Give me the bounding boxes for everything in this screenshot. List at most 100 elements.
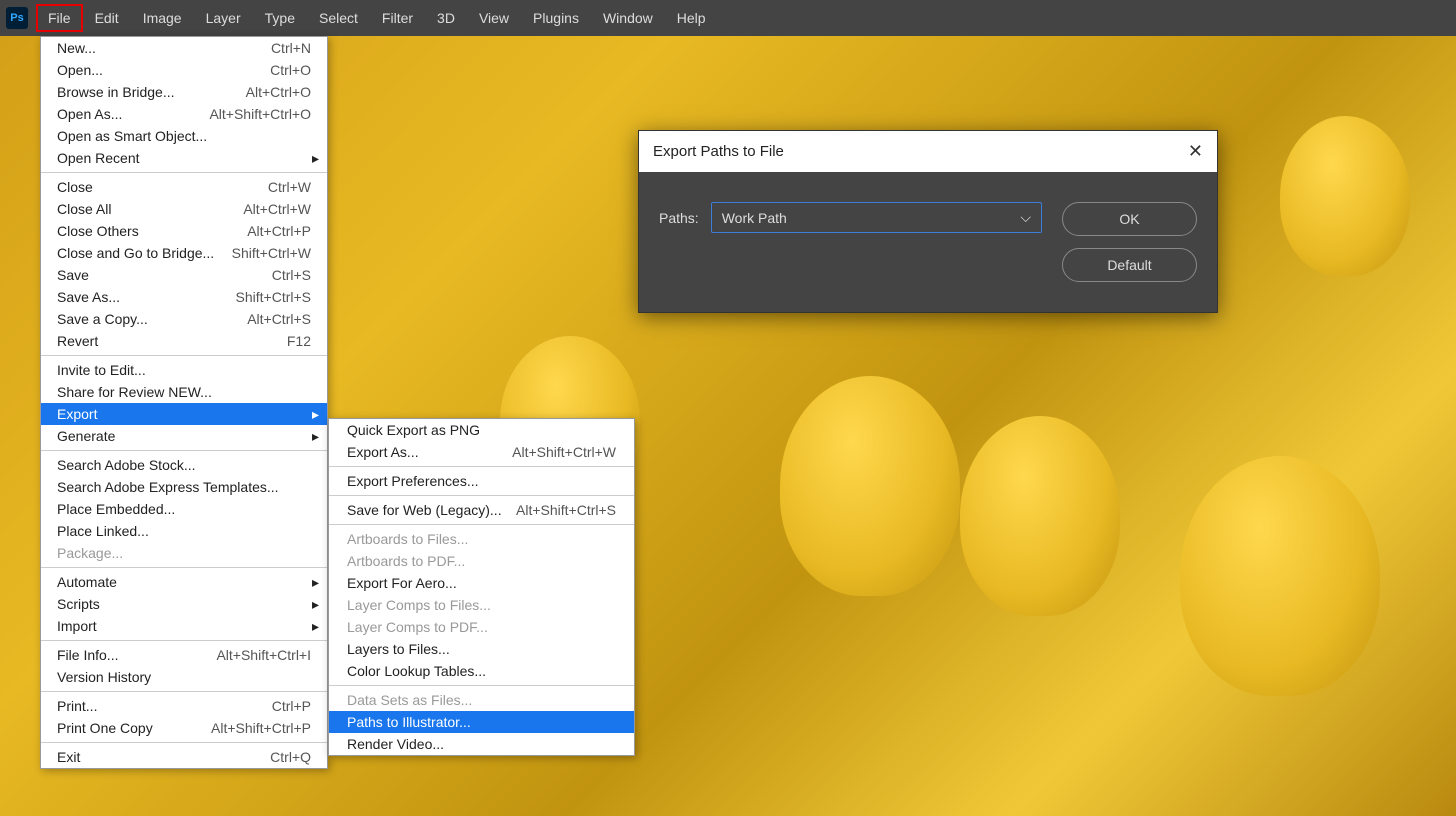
file-menu-print[interactable]: Print... Ctrl+P <box>41 695 327 717</box>
menu-item-label: Save As... <box>57 289 120 305</box>
menu-item-shortcut: Alt+Shift+Ctrl+I <box>216 647 311 663</box>
menu-item-label: Close and Go to Bridge... <box>57 245 214 261</box>
menu-item-label: Close <box>57 179 93 195</box>
menu-select[interactable]: Select <box>307 4 370 32</box>
menu-item-label: Print... <box>57 698 97 714</box>
menu-item-label: Export Preferences... <box>347 473 479 489</box>
menu-plugins[interactable]: Plugins <box>521 4 591 32</box>
export-menu-render-video[interactable]: Render Video... <box>329 733 634 755</box>
file-menu-revert[interactable]: RevertF12 <box>41 330 327 352</box>
export-menu-paths-to-illustrator[interactable]: Paths to Illustrator... <box>329 711 634 733</box>
export-menu-export-for-aero[interactable]: Export For Aero... <box>329 572 634 594</box>
menu-item-shortcut: Alt+Ctrl+O <box>246 84 311 100</box>
submenu-arrow-icon: ▸ <box>312 618 319 635</box>
submenu-arrow-icon: ▸ <box>312 428 319 445</box>
menu-window[interactable]: Window <box>591 4 665 32</box>
file-menu-search-adobe-express-templates[interactable]: Search Adobe Express Templates... <box>41 476 327 498</box>
file-menu-open-recent[interactable]: Open Recent▸ <box>41 147 327 169</box>
menu-item-label: Automate <box>57 574 117 590</box>
file-menu-export[interactable]: Export▸ <box>41 403 327 425</box>
file-menu-place-linked[interactable]: Place Linked... <box>41 520 327 542</box>
menu-separator <box>329 524 634 525</box>
menu-edit[interactable]: Edit <box>83 4 131 32</box>
export-menu-color-lookup-tables[interactable]: Color Lookup Tables... <box>329 660 634 682</box>
export-menu-save-for-web-legacy[interactable]: Save for Web (Legacy)...Alt+Shift+Ctrl+S <box>329 499 634 521</box>
export-menu-export-as[interactable]: Export As... Alt+Shift+Ctrl+W <box>329 441 634 463</box>
menu-item-label: Exit <box>57 749 80 765</box>
file-menu-close-others[interactable]: Close OthersAlt+Ctrl+P <box>41 220 327 242</box>
file-menu-invite-to-edit[interactable]: Invite to Edit... <box>41 359 327 381</box>
menu-item-label: Layers to Files... <box>347 641 450 657</box>
export-menu-layers-to-files[interactable]: Layers to Files... <box>329 638 634 660</box>
file-menu-print-one-copy[interactable]: Print One CopyAlt+Shift+Ctrl+P <box>41 717 327 739</box>
menu-separator <box>41 742 327 743</box>
menu-item-label: Search Adobe Express Templates... <box>57 479 279 495</box>
file-menu-share-for-review-new[interactable]: Share for Review NEW... <box>41 381 327 403</box>
menubar: Ps File Edit Image Layer Type Select Fil… <box>0 0 1456 36</box>
dialog-title-text: Export Paths to File <box>653 143 784 160</box>
menu-image[interactable]: Image <box>131 4 194 32</box>
menu-item-label: Open as Smart Object... <box>57 128 207 144</box>
file-menu-generate[interactable]: Generate▸ <box>41 425 327 447</box>
menu-item-label: Save for Web (Legacy)... <box>347 502 502 518</box>
file-menu-close[interactable]: CloseCtrl+W <box>41 176 327 198</box>
file-menu-save-as[interactable]: Save As...Shift+Ctrl+S <box>41 286 327 308</box>
ok-button[interactable]: OK <box>1062 202 1197 236</box>
menu-item-label: Export <box>57 406 97 422</box>
file-menu-file-info[interactable]: File Info...Alt+Shift+Ctrl+I <box>41 644 327 666</box>
menu-item-shortcut: Ctrl+P <box>272 698 311 714</box>
export-submenu: Quick Export as PNG Export As... Alt+Shift… <box>328 418 635 756</box>
menu-item-label: Open... <box>57 62 103 78</box>
menu-item-label: Revert <box>57 333 98 349</box>
menu-item-label: Data Sets as Files... <box>347 692 472 708</box>
menu-item-label: Version History <box>57 669 151 685</box>
menu-item-label: Export As... <box>347 444 419 460</box>
paths-select[interactable]: Work Path ⌵ <box>711 202 1042 233</box>
app-logo: Ps <box>6 7 28 29</box>
menu-item-label: Layer Comps to Files... <box>347 597 491 613</box>
file-menu-package: Package... <box>41 542 327 564</box>
menu-type[interactable]: Type <box>253 4 307 32</box>
file-menu-save[interactable]: SaveCtrl+S <box>41 264 327 286</box>
file-menu-close-and-go-to-bridge[interactable]: Close and Go to Bridge... Shift+Ctrl+W <box>41 242 327 264</box>
close-icon[interactable]: ✕ <box>1188 141 1203 162</box>
export-menu-export-preferences[interactable]: Export Preferences... <box>329 470 634 492</box>
file-menu-open[interactable]: Open...Ctrl+O <box>41 59 327 81</box>
file-menu-save-a-copy[interactable]: Save a Copy...Alt+Ctrl+S <box>41 308 327 330</box>
menu-layer[interactable]: Layer <box>194 4 253 32</box>
paths-select-value: Work Path <box>722 210 787 226</box>
file-menu-close-all[interactable]: Close AllAlt+Ctrl+W <box>41 198 327 220</box>
menu-3d[interactable]: 3D <box>425 4 467 32</box>
file-menu-version-history[interactable]: Version History <box>41 666 327 688</box>
file-menu-place-embedded[interactable]: Place Embedded... <box>41 498 327 520</box>
menu-item-shortcut: Alt+Ctrl+S <box>247 311 311 327</box>
file-menu-import[interactable]: Import ▸ <box>41 615 327 637</box>
menu-item-label: Export For Aero... <box>347 575 457 591</box>
file-menu-exit[interactable]: ExitCtrl+Q <box>41 746 327 768</box>
menu-item-shortcut: Alt+Shift+Ctrl+W <box>512 444 616 460</box>
menu-item-label: Scripts <box>57 596 100 612</box>
menu-item-label: Paths to Illustrator... <box>347 714 471 730</box>
menu-file[interactable]: File <box>36 4 83 32</box>
chevron-down-icon: ⌵ <box>1020 209 1031 226</box>
file-menu-new[interactable]: New...Ctrl+N <box>41 37 327 59</box>
file-menu-search-adobe-stock[interactable]: Search Adobe Stock... <box>41 454 327 476</box>
file-menu-scripts[interactable]: Scripts▸ <box>41 593 327 615</box>
default-button[interactable]: Default <box>1062 248 1197 282</box>
file-menu-automate[interactable]: Automate▸ <box>41 571 327 593</box>
menu-separator <box>41 355 327 356</box>
menu-separator <box>41 691 327 692</box>
export-menu-data-sets-as-files: Data Sets as Files... <box>329 689 634 711</box>
file-menu-open-as[interactable]: Open As...Alt+Shift+Ctrl+O <box>41 103 327 125</box>
menu-item-label: Open As... <box>57 106 122 122</box>
export-menu-quick-export-as-png[interactable]: Quick Export as PNG <box>329 419 634 441</box>
menu-item-label: Import <box>57 618 97 634</box>
file-menu-open-as-smart-object[interactable]: Open as Smart Object... <box>41 125 327 147</box>
menu-item-label: Render Video... <box>347 736 444 752</box>
menu-help[interactable]: Help <box>665 4 718 32</box>
file-menu-browse-in-bridge[interactable]: Browse in Bridge...Alt+Ctrl+O <box>41 81 327 103</box>
menu-item-shortcut: Shift+Ctrl+W <box>232 245 311 261</box>
menu-view[interactable]: View <box>467 4 521 32</box>
submenu-arrow-icon: ▸ <box>312 150 319 167</box>
menu-filter[interactable]: Filter <box>370 4 425 32</box>
